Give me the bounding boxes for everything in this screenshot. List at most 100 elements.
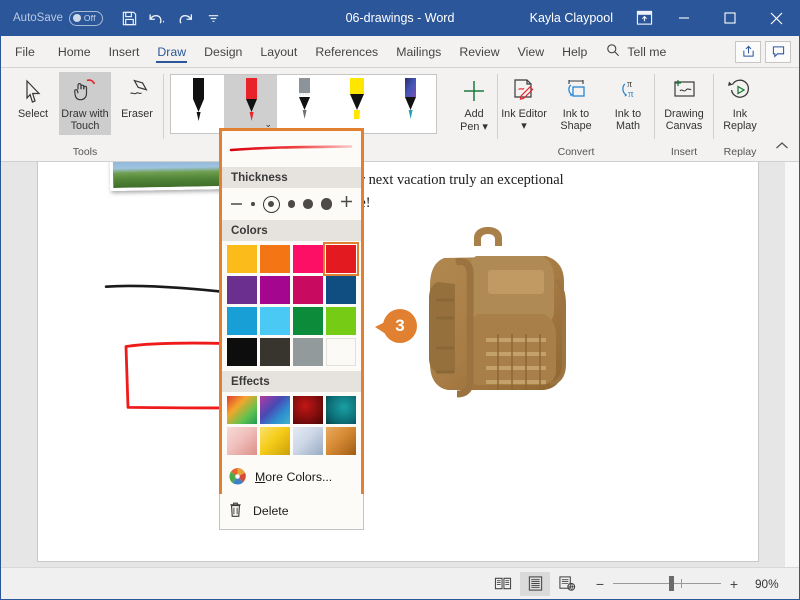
pen-galaxy[interactable] [383, 75, 436, 133]
pen-black[interactable] [171, 75, 224, 133]
tab-layout[interactable]: Layout [251, 36, 306, 67]
select-button[interactable]: Select [7, 72, 59, 122]
ink-to-math-button[interactable]: ππ Ink to Math [602, 72, 654, 135]
ink-editor-button[interactable]: Ink Editor ▾ [498, 72, 550, 135]
thickness-option-2-selected[interactable] [262, 195, 280, 213]
drawing-canvas-label: Drawing Canvas [664, 108, 704, 133]
thickness-selected-dot [267, 200, 275, 208]
color-swatch-2[interactable] [293, 245, 323, 273]
color-swatch-8[interactable] [227, 307, 257, 335]
thickness-increase-button[interactable] [340, 195, 353, 213]
close-button[interactable] [753, 0, 799, 36]
tab-design[interactable]: Design [195, 36, 251, 67]
thickness-selector[interactable] [222, 188, 361, 220]
tab-help[interactable]: Help [553, 36, 596, 67]
effect-swatch-rainbow[interactable] [227, 396, 257, 424]
more-colors-button[interactable]: MMore Colors...ore Colors... [222, 460, 361, 494]
color-swatch-4[interactable] [227, 276, 257, 304]
tab-home[interactable]: Home [49, 36, 100, 67]
color-swatch-1[interactable] [260, 245, 290, 273]
tab-mailings[interactable]: Mailings [387, 36, 450, 67]
tab-review[interactable]: Review [450, 36, 508, 67]
zoom-slider-track[interactable] [613, 576, 721, 591]
ink-to-shape-button[interactable]: Ink to Shape [550, 72, 602, 135]
pen-red[interactable]: ⌄ [224, 75, 277, 133]
add-pen-button[interactable]: Add Pen ▾ [451, 72, 497, 136]
color-swatch-14[interactable] [293, 338, 323, 366]
ink-editor-label: Ink Editor ▾ [501, 108, 547, 133]
document-page[interactable]: ur next vacation truly an exceptional ce… [38, 162, 758, 561]
undo-icon[interactable] [145, 5, 171, 31]
web-layout-icon[interactable] [552, 572, 582, 596]
zoom-out-button[interactable]: − [594, 576, 606, 592]
draw-with-touch-label: Draw with Touch [61, 108, 109, 133]
effect-swatch-galaxy[interactable] [260, 396, 290, 424]
ribbon-display-options-icon[interactable] [627, 3, 661, 33]
share-icon[interactable] [735, 40, 761, 63]
thickness-option-4[interactable] [303, 199, 313, 209]
autosave-control[interactable]: AutoSave Off [13, 10, 103, 26]
color-swatch-9[interactable] [260, 307, 290, 335]
effect-swatch-bronze[interactable] [326, 427, 356, 455]
ink-replay-button[interactable]: Ink Replay [714, 72, 766, 135]
minimize-button[interactable] [661, 0, 707, 36]
color-swatch-0[interactable] [227, 245, 257, 273]
effect-swatch-lava[interactable] [293, 396, 323, 424]
comments-icon[interactable] [765, 40, 791, 63]
ink-to-shape-label: Ink to Shape [560, 108, 592, 133]
redo-icon[interactable] [173, 5, 199, 31]
user-account-name[interactable]: Kayla Claypool [530, 11, 613, 25]
cursor-arrow-icon [21, 75, 45, 107]
color-swatch-10[interactable] [293, 307, 323, 335]
color-swatch-6[interactable] [293, 276, 323, 304]
pencil-grey[interactable] [277, 75, 330, 133]
tell-me-search[interactable]: Tell me [596, 36, 676, 67]
effect-swatch-rose-gold[interactable] [227, 427, 257, 455]
thickness-option-3[interactable] [287, 200, 295, 208]
tab-draw[interactable]: Draw [148, 36, 195, 67]
color-swatch-12[interactable] [227, 338, 257, 366]
tactical-backpack-image[interactable] [416, 222, 576, 407]
thickness-decrease-button[interactable] [230, 195, 243, 213]
zoom-slider-thumb[interactable] [669, 576, 674, 591]
customize-qat-icon[interactable] [201, 5, 227, 31]
drawing-canvas-button[interactable]: Drawing Canvas [655, 72, 713, 135]
delete-pen-button[interactable]: Delete [219, 494, 364, 530]
document-area[interactable]: ur next vacation truly an exceptional ce… [1, 162, 799, 567]
read-mode-icon[interactable] [488, 572, 518, 596]
ink-to-shape-icon [562, 75, 590, 107]
landscape-photo-thumbnail[interactable] [109, 162, 229, 192]
maximize-button[interactable] [707, 0, 753, 36]
ink-to-math-label: Ink to Math [614, 108, 642, 133]
effect-swatch-silver[interactable] [293, 427, 323, 455]
title-bar: AutoSave Off 06-drawings - Word Kayla Cl… [1, 0, 799, 36]
zoom-control[interactable]: − + 90% [594, 576, 787, 592]
effect-swatch-gold[interactable] [260, 427, 290, 455]
draw-with-touch-button[interactable]: Draw with Touch [59, 72, 111, 135]
color-swatch-13[interactable] [260, 338, 290, 366]
zoom-in-button[interactable]: + [728, 576, 740, 592]
print-layout-icon[interactable] [520, 571, 550, 596]
zoom-level-label[interactable]: 90% [755, 577, 787, 591]
vertical-scrollbar[interactable] [785, 162, 799, 567]
color-swatch-3-selected[interactable] [323, 242, 359, 276]
tab-file[interactable]: File [1, 36, 49, 67]
highlighter-yellow[interactable] [330, 75, 383, 133]
thickness-option-5[interactable] [320, 198, 332, 210]
eraser-button[interactable]: Eraser [111, 72, 163, 122]
tab-insert[interactable]: Insert [100, 36, 149, 67]
collapse-ribbon-button[interactable] [775, 139, 789, 157]
drawing-canvas-icon [669, 75, 699, 107]
pen-options-panel: Thickness Colors Effects More Colors... … [219, 128, 364, 530]
document-text-line-1: ur next vacation truly an exceptional [353, 172, 564, 188]
autosave-toggle[interactable]: Off [68, 10, 103, 26]
save-icon[interactable] [117, 5, 143, 31]
tab-references[interactable]: References [306, 36, 387, 67]
tab-view[interactable]: View [509, 36, 553, 67]
color-swatch-15[interactable] [326, 338, 356, 366]
effect-swatch-ocean[interactable] [326, 396, 356, 424]
thickness-option-1[interactable] [251, 202, 255, 206]
color-swatch-5[interactable] [260, 276, 290, 304]
color-swatch-11[interactable] [326, 307, 356, 335]
color-swatch-7[interactable] [326, 276, 356, 304]
